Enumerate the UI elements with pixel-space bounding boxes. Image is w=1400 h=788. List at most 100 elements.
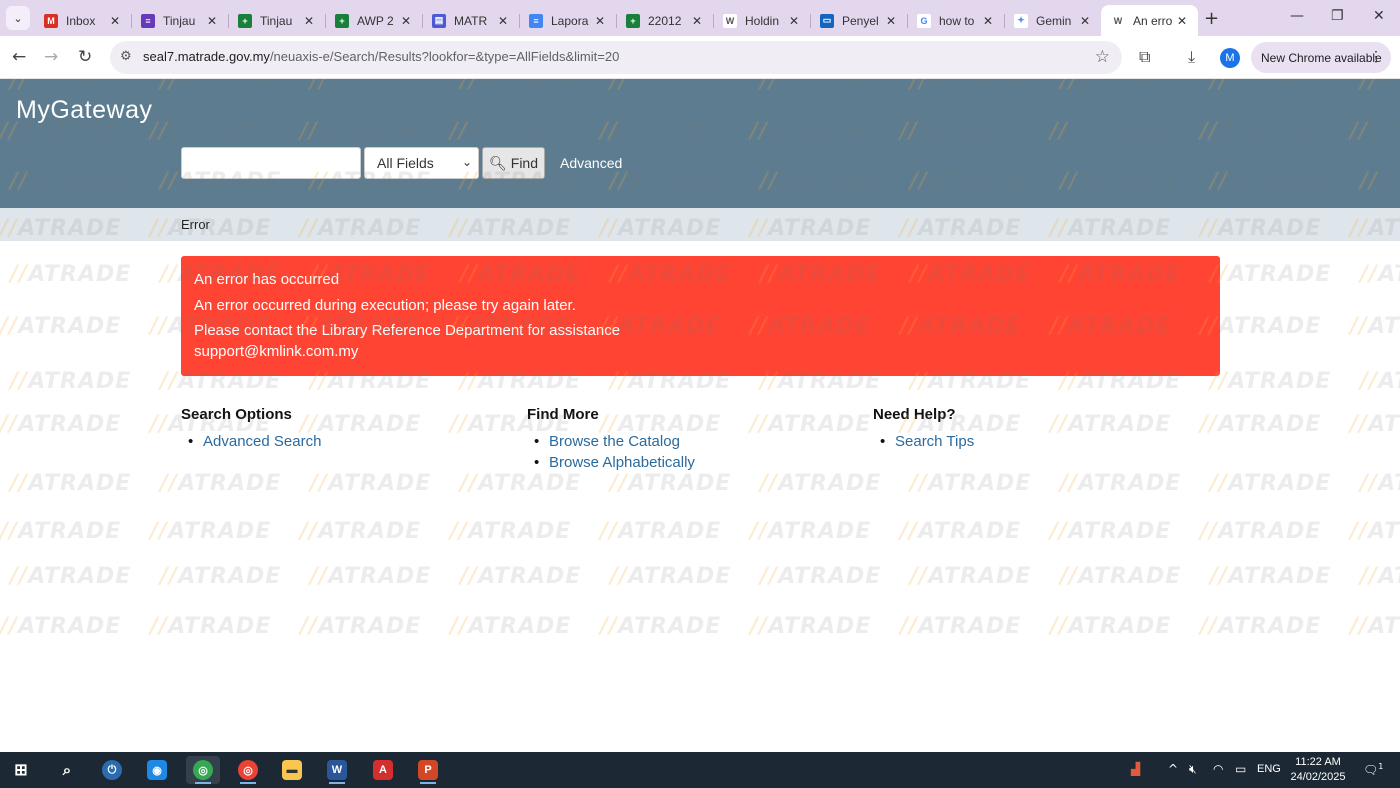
tab-title: how to bbox=[939, 13, 975, 28]
tab-close-icon[interactable]: ✕ bbox=[1174, 14, 1190, 28]
browser-tab[interactable]: ▤ MATR ✕ bbox=[422, 5, 519, 36]
browser-tab[interactable]: W Holdin ✕ bbox=[713, 5, 810, 36]
search-field-value: All Fields bbox=[377, 155, 434, 171]
start-icon[interactable]: ⊞ bbox=[4, 756, 38, 784]
notifications-icon[interactable]: 🗨︎1 bbox=[1363, 762, 1383, 777]
powerpoint-icon[interactable]: P bbox=[411, 756, 445, 784]
forward-icon[interactable]: → bbox=[44, 47, 58, 67]
site-header: MyGateway All Fields ⌄ 🔍︎ Find Advanced bbox=[0, 79, 1400, 208]
file-explorer-icon[interactable]: ▬ bbox=[275, 756, 309, 784]
breadcrumb-current: Error bbox=[181, 217, 210, 232]
footer-column-need-help: Need Help? Search Tips bbox=[873, 406, 974, 452]
address-bar[interactable]: ⚙ seal7.matrade.gov.my/neuaxis-e/Search/… bbox=[110, 41, 1122, 74]
footer-link-advanced-search[interactable]: Advanced Search bbox=[188, 431, 321, 452]
reload-icon[interactable]: ↻ bbox=[78, 47, 92, 67]
tab-title: An erro bbox=[1133, 13, 1173, 28]
update-chrome-button[interactable]: New Chrome available ⋮ bbox=[1251, 42, 1391, 73]
windows-taskbar: ⊞ ⌕ ⏻ ◉ ◎ ◎ ▬ W A P ▟ ^ 🔇︎ ◠ ▭ ENG 11:22… bbox=[0, 752, 1400, 788]
system-clock[interactable]: 11:22 AM 24/02/2025 bbox=[1286, 755, 1350, 785]
footer-column-search-options: Search Options Advanced Search bbox=[181, 406, 321, 452]
tab-close-icon[interactable]: ✕ bbox=[204, 14, 220, 28]
search-input[interactable] bbox=[181, 147, 361, 179]
browser-tab[interactable]: M Inbox ✕ bbox=[34, 5, 131, 36]
tab-title: 22012 bbox=[648, 13, 682, 28]
window-icon: ▭ bbox=[820, 13, 834, 28]
back-icon[interactable]: ← bbox=[12, 47, 26, 67]
word-icon[interactable]: W bbox=[320, 756, 354, 784]
search-icon: 🔍︎ bbox=[488, 154, 507, 171]
site-logo[interactable]: MyGateway bbox=[16, 96, 152, 125]
tab-search-icon[interactable]: ⌄ bbox=[6, 6, 30, 30]
find-button[interactable]: 🔍︎ Find bbox=[482, 147, 545, 179]
tab-strip: ⌄ M Inbox ✕ ≡ Tinjau ✕ + Tinjau ✕ + AWP 2 ✕ ▤ MATR ✕ ≡ L… bbox=[0, 0, 1400, 36]
new-tab-icon[interactable]: + bbox=[1204, 8, 1219, 29]
tab-close-icon[interactable]: ✕ bbox=[495, 14, 511, 28]
error-alert: An error has occurred An error occurred … bbox=[181, 256, 1220, 376]
tray-app-icon[interactable]: ▟ bbox=[1131, 762, 1140, 776]
acrobat-icon[interactable]: A bbox=[366, 756, 400, 784]
tab-close-icon[interactable]: ✕ bbox=[689, 14, 705, 28]
menu-dots-icon[interactable]: ⋮ bbox=[1369, 48, 1383, 65]
chrome-profile-taskbar-icon[interactable]: ◎ bbox=[231, 756, 265, 784]
notification-count: 1 bbox=[1378, 762, 1384, 771]
minimize-icon[interactable]: — bbox=[1290, 8, 1304, 24]
advanced-search-link[interactable]: Advanced bbox=[560, 155, 622, 171]
site-info-icon[interactable]: ⚙ bbox=[120, 49, 132, 64]
tab-title: Lapora bbox=[551, 13, 589, 28]
extensions-icon[interactable]: ⧉ bbox=[1139, 47, 1150, 67]
tab-title: Penyel bbox=[842, 13, 879, 28]
wifi-icon[interactable]: ◠ bbox=[1213, 762, 1223, 776]
language-indicator[interactable]: ENG bbox=[1257, 763, 1281, 775]
volume-muted-icon[interactable]: 🔇︎ bbox=[1189, 762, 1197, 777]
chevron-down-icon: ⌄ bbox=[461, 155, 472, 169]
clock-time: 11:22 AM bbox=[1295, 756, 1341, 768]
power-app-icon[interactable]: ⏻ bbox=[95, 756, 129, 784]
tab-close-icon[interactable]: ✕ bbox=[592, 14, 608, 28]
search-field-select[interactable]: All Fields ⌄ bbox=[364, 147, 479, 179]
tab-close-icon[interactable]: ✕ bbox=[301, 14, 317, 28]
browser-tab[interactable]: W An erro ✕ bbox=[1101, 5, 1198, 36]
google-icon: G bbox=[917, 13, 931, 28]
tab-close-icon[interactable]: ✕ bbox=[398, 14, 414, 28]
footer-link-browse-alphabetically[interactable]: Browse Alphabetically bbox=[534, 452, 695, 473]
footer-link-browse-catalog[interactable]: Browse the Catalog bbox=[534, 431, 695, 452]
error-email: support@kmlink.com.my bbox=[194, 343, 359, 360]
browser-tab[interactable]: ≡ Lapora ✕ bbox=[519, 5, 616, 36]
tab-title: Tinjau bbox=[163, 13, 196, 28]
taskbar-search-icon[interactable]: ⌕ bbox=[50, 756, 84, 784]
browser-tab[interactable]: ≡ Tinjau ✕ bbox=[131, 5, 228, 36]
browser-tab[interactable]: + AWP 2 ✕ bbox=[325, 5, 422, 36]
footer-link-search-tips[interactable]: Search Tips bbox=[880, 431, 974, 452]
print-icon: ▤ bbox=[432, 13, 446, 28]
footer-column-find-more: Find More Browse the Catalog Browse Alph… bbox=[527, 406, 695, 473]
sheets-icon: + bbox=[238, 13, 252, 28]
tab-close-icon[interactable]: ✕ bbox=[786, 14, 802, 28]
network-app-icon[interactable]: ◉ bbox=[140, 756, 174, 784]
tab-title: Inbox bbox=[66, 13, 96, 28]
tab-close-icon[interactable]: ✕ bbox=[980, 14, 996, 28]
footer-heading: Need Help? bbox=[873, 406, 956, 423]
tab-title: AWP 2 bbox=[357, 13, 394, 28]
browser-tab[interactable]: ✦ Gemin ✕ bbox=[1004, 5, 1101, 36]
chrome-taskbar-icon[interactable]: ◎ bbox=[186, 756, 220, 784]
gmail-icon: M bbox=[44, 13, 58, 28]
tab-close-icon[interactable]: ✕ bbox=[1077, 14, 1093, 28]
w-icon: W bbox=[723, 13, 737, 28]
browser-tab[interactable]: +22012 ✕ bbox=[616, 5, 713, 36]
tray-chevron-up-icon[interactable]: ^ bbox=[1168, 762, 1178, 776]
window-close-icon[interactable]: ✕ bbox=[1373, 8, 1385, 24]
w-icon: W bbox=[1111, 13, 1125, 28]
update-label: New Chrome available bbox=[1261, 50, 1382, 65]
tab-close-icon[interactable]: ✕ bbox=[107, 14, 123, 28]
maximize-icon[interactable]: ❐ bbox=[1331, 8, 1344, 24]
tab-close-icon[interactable]: ✕ bbox=[883, 14, 899, 28]
battery-icon[interactable]: ▭ bbox=[1235, 762, 1246, 776]
browser-toolbar: ← → ↻ ⚙ seal7.matrade.gov.my/neuaxis-e/S… bbox=[0, 36, 1400, 79]
browser-tab[interactable]: Ghow to ✕ bbox=[907, 5, 1004, 36]
browser-tab[interactable]: ▭ Penyel ✕ bbox=[810, 5, 907, 36]
tab-title: Holdin bbox=[745, 13, 780, 28]
profile-avatar[interactable]: M bbox=[1220, 48, 1240, 68]
downloads-icon[interactable]: ⤓ bbox=[1188, 47, 1195, 67]
bookmark-star-icon[interactable]: ☆ bbox=[1095, 47, 1110, 67]
browser-tab[interactable]: + Tinjau ✕ bbox=[228, 5, 325, 36]
